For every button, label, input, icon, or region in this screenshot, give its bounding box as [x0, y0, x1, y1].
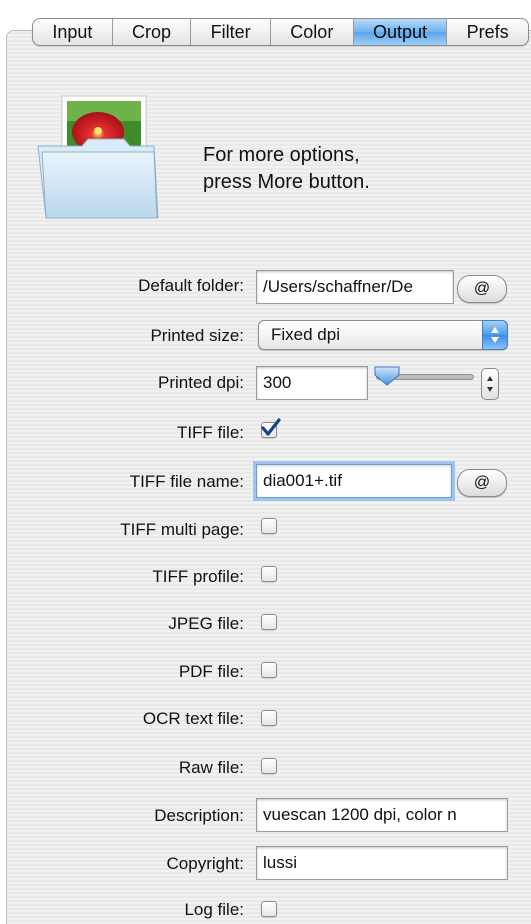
copyright-label: Copyright: — [166, 854, 244, 873]
tab-input[interactable]: Input — [33, 19, 113, 45]
ocr-text-file-checkbox[interactable] — [261, 710, 277, 726]
tiff-profile-label: TIFF profile: — [152, 567, 244, 586]
tab-color[interactable]: Color — [271, 19, 354, 45]
tab-prefs[interactable]: Prefs — [447, 19, 528, 45]
log-file-checkbox[interactable] — [261, 901, 277, 917]
printed-size-value: Fixed dpi — [271, 325, 340, 344]
jpeg-file-checkbox[interactable] — [261, 614, 277, 630]
printed-dpi-label: Printed dpi: — [158, 373, 244, 392]
raw-file-checkbox[interactable] — [261, 758, 277, 774]
tiff-multi-page-checkbox[interactable] — [261, 518, 277, 534]
tiff-file-name-at-button[interactable]: @ — [457, 469, 507, 497]
printed-size-popup[interactable]: Fixed dpi — [258, 320, 508, 350]
raw-file-label: Raw file: — [178, 758, 244, 777]
ocr-text-file-label: OCR text file: — [142, 709, 244, 728]
jpeg-file-label: JPEG file: — [168, 614, 244, 633]
tiff-file-checkbox[interactable] — [261, 418, 281, 438]
checkmark-icon — [261, 418, 281, 436]
tab-crop[interactable]: Crop — [113, 19, 192, 45]
tiff-file-name-label: TIFF file name: — [129, 472, 244, 491]
description-field[interactable]: vuescan 1200 dpi, color n — [256, 798, 508, 832]
default-folder-label: Default folder: — [138, 276, 244, 295]
up-down-arrows-icon — [482, 320, 508, 350]
pdf-file-label: PDF file: — [178, 662, 244, 681]
pdf-file-checkbox[interactable] — [261, 662, 277, 678]
description-label: Description: — [154, 806, 244, 825]
folder-with-photo-icon — [37, 95, 159, 219]
copyright-field[interactable]: lussi — [256, 846, 508, 880]
tiff-file-label: TIFF file: — [176, 423, 244, 442]
tiff-file-name-field[interactable]: dia001+.tif — [256, 464, 452, 498]
default-folder-at-button[interactable]: @ — [457, 275, 507, 303]
hint-line-1: For more options, — [203, 144, 360, 166]
tab-output[interactable]: Output — [353, 19, 448, 45]
tab-filter[interactable]: Filter — [191, 19, 271, 45]
default-folder-field[interactable]: /Users/schaffner/De — [256, 270, 454, 304]
tiff-multi-page-label: TIFF multi page: — [120, 520, 244, 539]
printed-dpi-field[interactable]: 300 — [256, 366, 368, 400]
tiff-profile-checkbox[interactable] — [261, 566, 277, 582]
slider-thumb-icon[interactable] — [372, 365, 402, 387]
printed-dpi-stepper[interactable] — [481, 368, 499, 400]
more-options-hint: For more options, press More button. — [203, 142, 370, 196]
log-file-label: Log file: — [184, 900, 244, 919]
hint-line-2: press More button. — [203, 171, 370, 193]
tab-bar: Input Crop Filter Color Output Prefs — [32, 18, 529, 46]
printed-size-label: Printed size: — [150, 326, 244, 345]
